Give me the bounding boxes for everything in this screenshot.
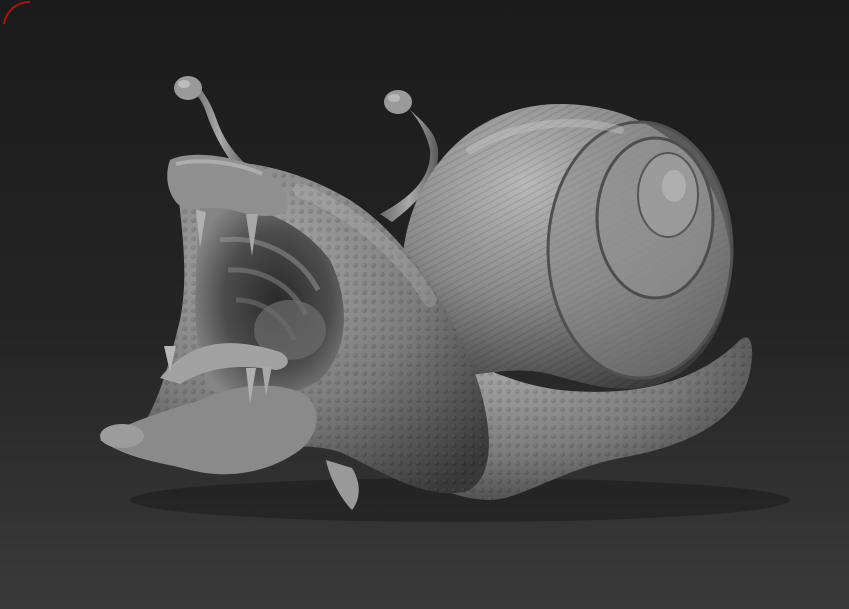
3d-viewport[interactable]	[0, 0, 849, 609]
gizmo-corner-icon	[3, 0, 30, 24]
left-eye-stalk	[174, 76, 248, 168]
corner-arc	[3, 0, 30, 24]
sculpt-canvas[interactable]	[0, 0, 849, 609]
